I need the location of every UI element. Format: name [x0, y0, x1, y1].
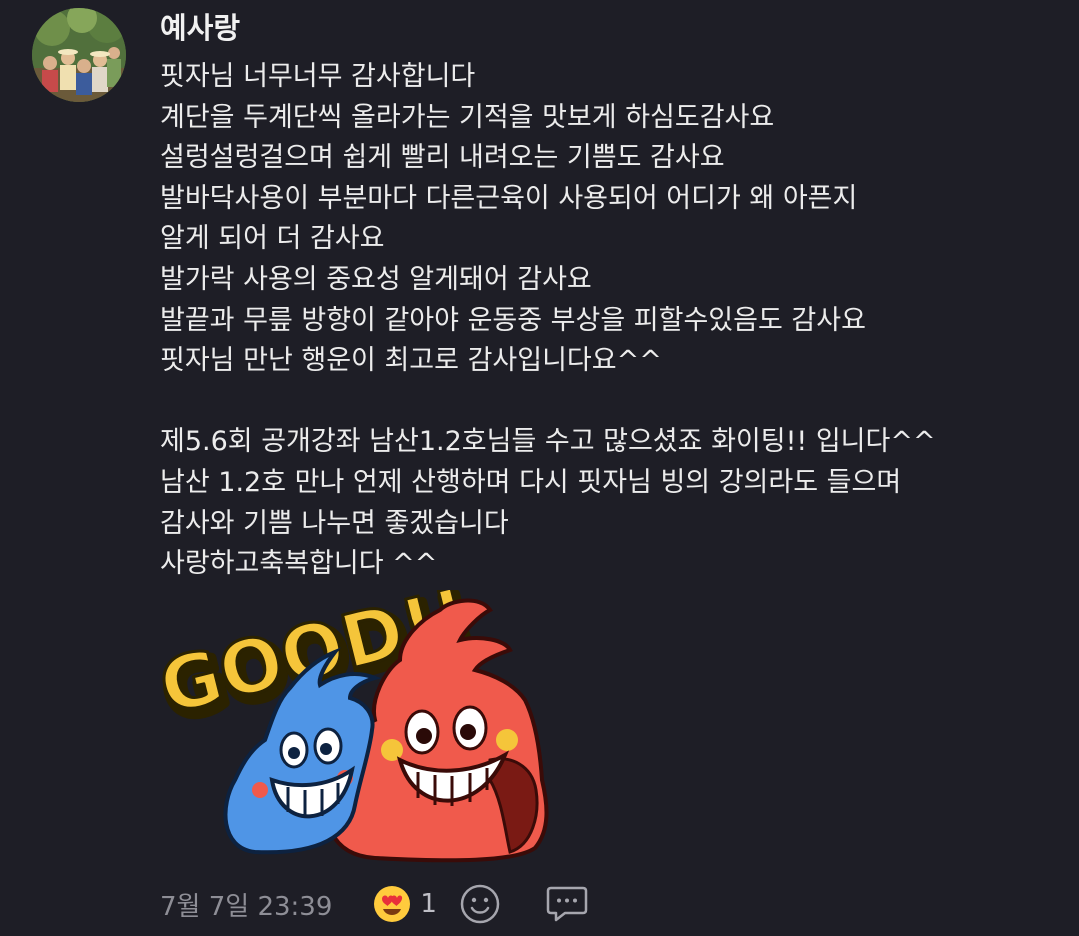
heart-eyes-emoji-icon — [374, 886, 411, 922]
timestamp: 7월 7일 23:39 — [160, 891, 333, 922]
comment-item: 예사랑 핏자님 너무너무 감사합니다 계단을 두계단씩 올라가는 기적을 맛보게… — [0, 0, 1079, 936]
comment-line: 사랑하고축복합니다 ^^ — [160, 548, 438, 580]
smiley-add-reaction-icon — [460, 884, 500, 924]
comment-line: 발바닥사용이 부분마다 다른근육이 사용되어 어디가 왜 아픈지 — [160, 182, 858, 214]
good-sticker[interactable]: GOOD!! GOOD!! — [150, 570, 570, 865]
comment-line: 계단을 두계단씩 올라가는 기적을 맛보게 하심도감사요 — [160, 101, 775, 133]
comment-line: 남산 1.2호 만나 언제 산행하며 다시 핏자님 빙의 강의라도 들으며 — [160, 466, 902, 498]
comment-text: 핏자님 너무너무 감사합니다 계단을 두계단씩 올라가는 기적을 맛보게 하심도… — [160, 57, 1060, 585]
good-sticker-image: GOOD!! GOOD!! — [150, 570, 549, 863]
comment-line: 핏자님 너무너무 감사합니다 — [160, 61, 476, 92]
reaction-count: 1 — [420, 889, 437, 919]
reaction-summary[interactable]: 1 — [372, 884, 437, 924]
comment-line: 설렁설렁걸으며 쉽게 빨리 내려오는 기쁨도 감사요 — [160, 142, 725, 174]
reply-button[interactable] — [545, 884, 589, 924]
comment-line: 감사와 기쁨 나누면 좋겠습니다 — [160, 507, 509, 539]
comment-line: 발끝과 무릎 방향이 같아야 운동중 부상을 피할수있음도 감사요 — [160, 304, 866, 336]
avatar[interactable] — [32, 8, 126, 102]
comment-line: 발가락 사용의 중요성 알게돼어 감사요 — [160, 263, 592, 295]
comment-footer: 7월 7일 23:39 1 — [160, 882, 589, 926]
comment-line — [160, 382, 1060, 423]
speech-bubble-reply-icon — [546, 886, 588, 922]
avatar-photo — [32, 8, 126, 102]
add-reaction-button[interactable] — [459, 883, 501, 925]
comment-line: 제5.6회 공개강좌 남산1.2호님들 수고 많으셨죠 화이팅!! 입니다^^ — [160, 426, 936, 458]
comment-line: 알게 되어 더 감사요 — [160, 223, 385, 255]
comment-line: 핏자님 만난 행운이 최고로 감사입니다요^^ — [160, 345, 662, 377]
author-name[interactable]: 예사랑 — [160, 8, 240, 48]
